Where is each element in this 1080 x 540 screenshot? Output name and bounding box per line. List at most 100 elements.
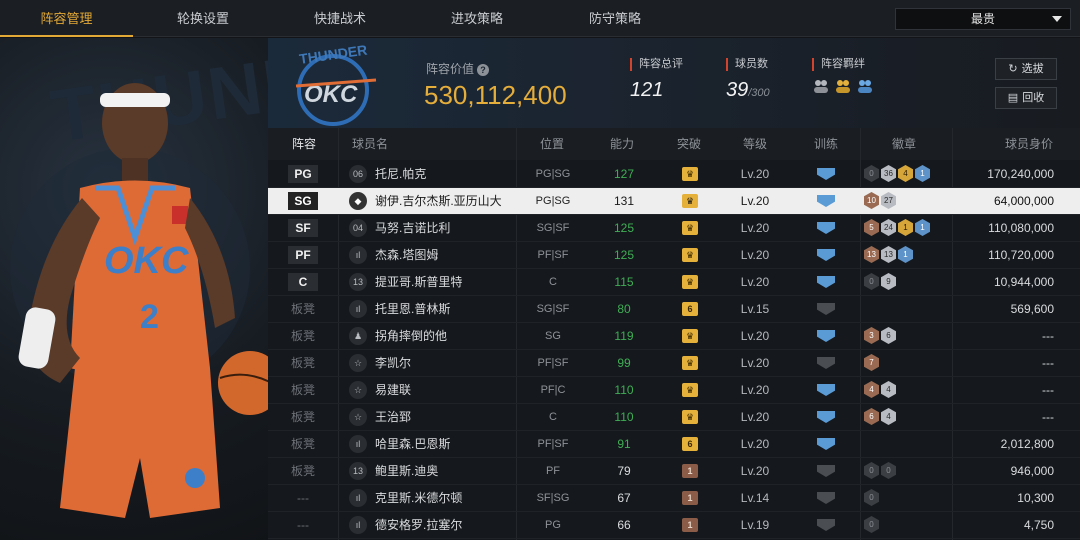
table-row[interactable]: 板凳 ☆ 李凯尔 PF|SF 99 ♛ Lv.20 7 --- [268,350,1080,377]
lineup-slot[interactable]: 板凳 [288,381,318,399]
draft-button[interactable]: ↻ 选拔 [995,58,1057,80]
player-level: Lv.20 [740,356,770,370]
team-rating-stat: 阵容总评 121 [630,58,683,102]
breakthrough-icon: 6 [682,437,698,451]
lineup-slot[interactable]: 板凳 [288,435,318,453]
lineup-slot[interactable]: PG [288,165,318,183]
player-name: 提亚哥.斯普里特 [375,275,463,289]
player-type-icon: 13 [349,273,367,291]
player-level: Lv.20 [740,221,770,235]
lineup-slot[interactable]: 板凳 [288,462,318,480]
tab-offense[interactable]: 进攻策略 [407,0,547,37]
table-row[interactable]: --- ıl 德安格罗.拉塞尔 PG 66 1 Lv.19 0 4,750 [268,512,1080,539]
tab-defense[interactable]: 防守策略 [547,0,683,37]
player-salary: 4,750 [1023,518,1054,532]
player-level: Lv.14 [740,491,770,505]
col-position[interactable]: 位置 [540,128,564,160]
table-row[interactable]: 板凳 ♟ 拐角摔倒的他 SG 119 ♛ Lv.20 3 6 --- [268,323,1080,350]
col-salary[interactable]: 球员身价 [1005,128,1053,160]
training-icon [817,411,835,423]
badge-icon: 7 [864,354,879,371]
player-ability: 115 [614,275,634,289]
refresh-icon: ↻ [1008,63,1018,75]
table-row[interactable]: 板凳 ıl 托里恩.普林斯 SG|SF 80 6 Lv.15 569,600 [268,296,1080,323]
player-position: PG [545,519,561,531]
player-salary: 64,000,000 [993,194,1054,208]
lineup-slot[interactable]: 板凳 [288,300,318,318]
badges-group: 36 [864,327,896,345]
recycle-button[interactable]: ▤ 回收 [995,87,1057,109]
player-position: PF|SF [537,357,569,369]
training-icon [817,465,835,477]
lineup-slot[interactable]: 板凳 [288,354,318,372]
badge-icon: 4 [864,381,879,398]
table-row[interactable]: 板凳 13 鲍里斯.迪奥 PF 79 1 Lv.20 0 0 946,000 [268,458,1080,485]
col-level[interactable]: 等级 [743,128,767,160]
breakthrough-icon: 1 [682,464,698,478]
bond-gold-icon[interactable] [834,77,852,95]
lineup-slot[interactable]: SF [288,219,318,237]
tab-quick-tactics[interactable]: 快捷战术 [273,0,407,37]
player-type-icon: ıl [349,489,367,507]
player-level: Lv.15 [740,302,770,316]
player-name: 德安格罗.拉塞尔 [375,518,463,532]
lineup-slot[interactable]: SG [288,192,318,210]
tab-rotation[interactable]: 轮换设置 [133,0,273,37]
player-position: SG|SF [536,303,570,315]
table-row[interactable]: 板凳 ☆ 王治郅 C 110 ♛ Lv.20 6 4 --- [268,404,1080,431]
col-breakthrough[interactable]: 突破 [677,128,701,160]
training-icon [817,303,835,315]
player-level: Lv.20 [740,383,770,397]
badges-group: 0 [864,516,879,534]
badges-group: 13 13 1 [864,246,913,264]
badge-icon: 1 [915,165,930,182]
player-name: 拐角摔倒的他 [375,329,448,343]
player-position: PF|C [540,384,566,396]
player-position: PF [545,465,561,477]
badge-icon: 5 [864,219,879,236]
breakthrough-icon: 6 [682,302,698,316]
col-training[interactable]: 训练 [814,128,838,160]
lineup-slot[interactable]: PF [288,246,318,264]
table-row[interactable]: PG 06 托尼.帕克 PG|SG 127 ♛ Lv.20 0 36 4 1 170,240,000 [268,161,1080,188]
player-salary: 569,600 [1010,302,1054,316]
sort-dropdown[interactable]: 最贵 [895,8,1071,30]
team-rating-value: 121 [630,79,664,101]
table-row[interactable]: --- ıl 克里斯.米德尔顿 SF|SG 67 1 Lv.14 0 10,300 [268,485,1080,512]
badges-group: 10 27 [864,192,896,210]
col-name[interactable]: 球员名 [352,128,388,160]
breakthrough-icon: ♛ [682,248,698,262]
table-row[interactable]: SF 04 马努.吉诺比利 SG|SF 125 ♛ Lv.20 5 24 1 1 110,080,00… [268,215,1080,242]
lineup-value-label: 阵容价值? [426,60,490,77]
lineup-value: 530,112,400 [424,80,567,110]
col-lineup[interactable]: 阵容 [292,128,316,160]
lineup-slot[interactable]: C [288,273,318,291]
player-name: 托里恩.普林斯 [375,302,451,316]
col-ability[interactable]: 能力 [610,128,634,160]
lineup-slot[interactable]: 板凳 [288,408,318,426]
badge-icon: 10 [864,192,879,209]
badges-group: 0 36 4 1 [864,165,930,183]
training-icon [817,330,835,342]
bond-silver-icon[interactable] [812,77,830,95]
table-row[interactable]: SG ◆ 谢伊.吉尔杰斯.亚历山大 PG|SG 131 ♛ Lv.20 10 27 64,000,… [268,188,1080,215]
badge-icon: 27 [881,192,896,209]
lineup-slot[interactable]: --- [288,516,318,534]
lineup-slot[interactable]: 板凳 [288,327,318,345]
breakthrough-icon: ♛ [682,194,698,208]
table-row[interactable]: C 13 提亚哥.斯普里特 C 115 ♛ Lv.20 0 9 10,944,000 [268,269,1080,296]
table-row[interactable]: 板凳 ıl 哈里森.巴恩斯 PF|SF 91 6 Lv.20 2,012,800 [268,431,1080,458]
lineup-slot[interactable]: --- [288,489,318,507]
col-badges[interactable]: 徽章 [892,128,916,160]
badges-group: 64 [864,408,896,426]
badge-icon: 4 [881,381,896,398]
help-icon[interactable]: ? [477,64,490,76]
training-icon [817,384,835,396]
player-portrait-image: OKC 2 [10,83,268,518]
table-row[interactable]: PF ıl 杰森.塔图姆 PF|SF 125 ♛ Lv.20 13 13 1 110,720,000 [268,242,1080,269]
bond-blue-icon[interactable] [856,77,874,95]
player-salary: --- [1042,383,1054,397]
tab-lineup[interactable]: 阵容管理 [0,0,133,37]
player-salary: --- [1042,329,1054,343]
table-row[interactable]: 板凳 ☆ 易建联 PF|C 110 ♛ Lv.20 4 4 --- [268,377,1080,404]
